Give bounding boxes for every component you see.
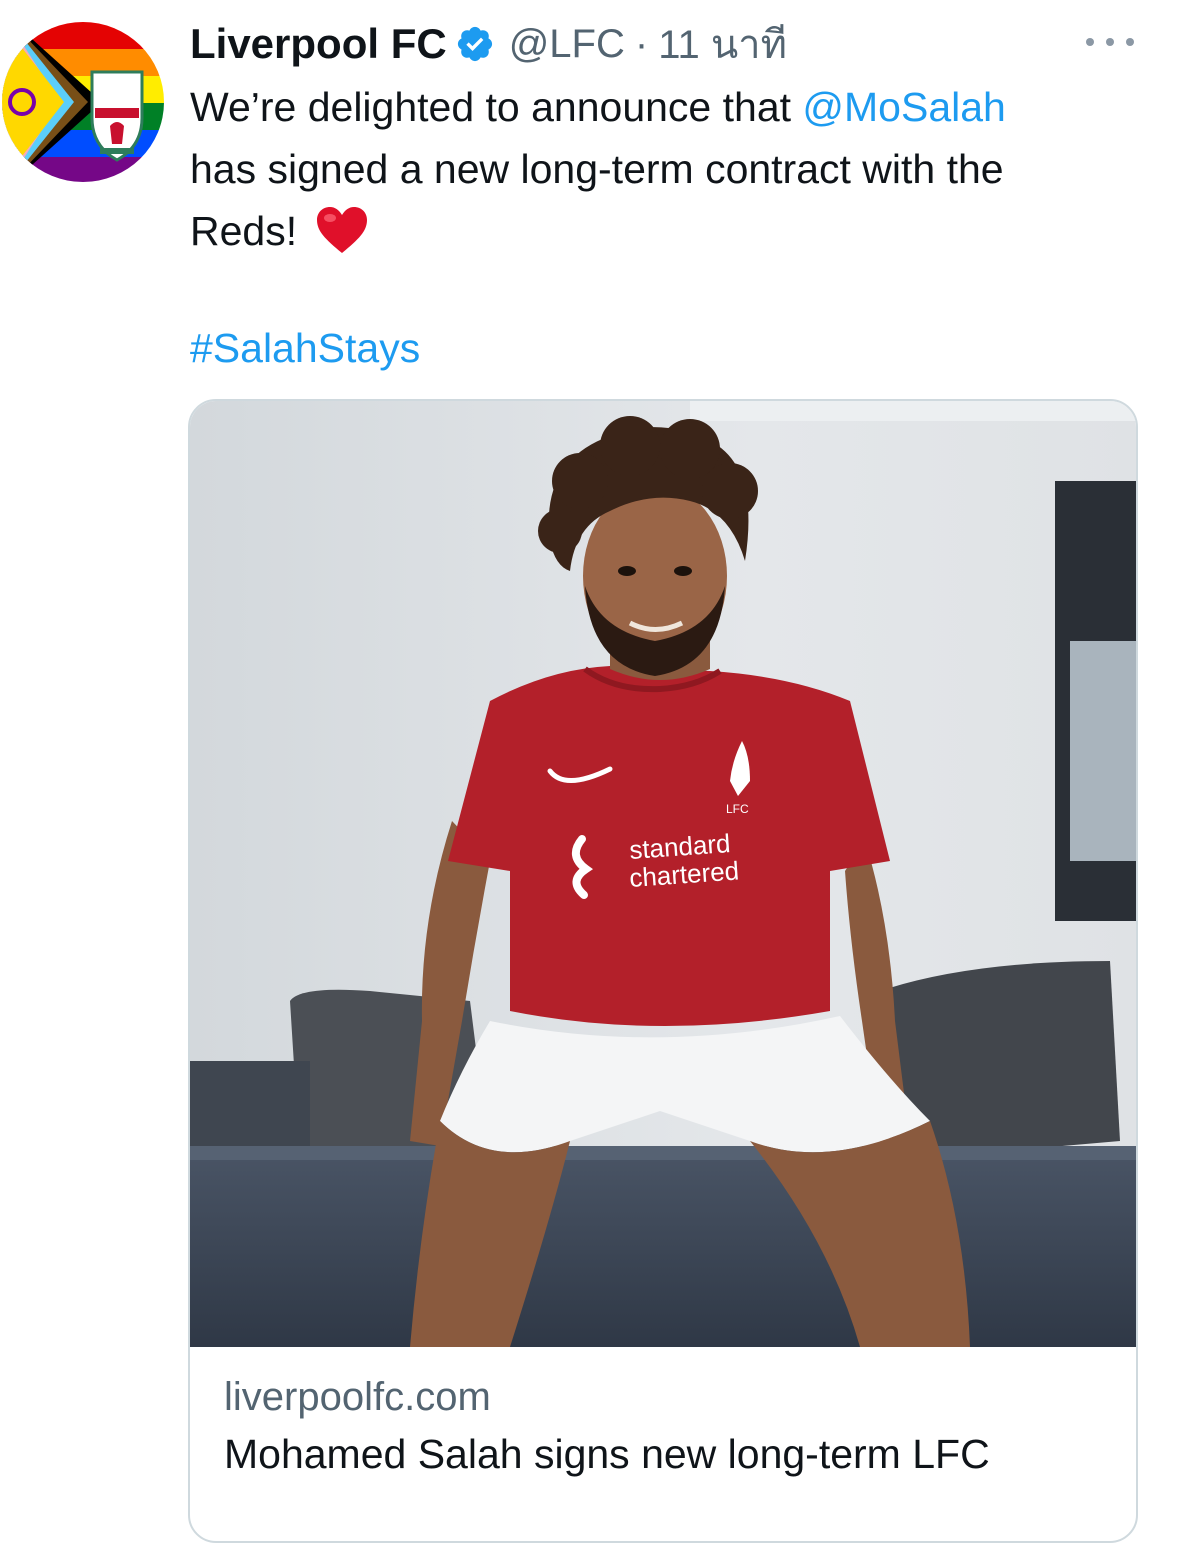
card-image[interactable]: LFC standard chartered — [190, 401, 1136, 1347]
more-dot — [1126, 38, 1134, 46]
mention-link[interactable]: @MoSalah — [802, 84, 1005, 130]
more-dot — [1086, 38, 1094, 46]
profile-avatar[interactable] — [2, 22, 164, 182]
link-preview-card[interactable]: LFC standard chartered liverpoolfc.com M… — [188, 399, 1138, 1543]
more-dot — [1106, 38, 1114, 46]
verified-badge-icon — [455, 24, 495, 64]
more-horizontal-icon[interactable] — [1086, 28, 1134, 56]
lfc-progress-pride-avatar-icon — [2, 22, 164, 182]
tweet-header: Liverpool FC @LFC · 11 นาที — [190, 18, 787, 70]
hashtag-link[interactable]: #SalahStays — [190, 325, 420, 371]
author-handle[interactable]: @LFC — [509, 22, 625, 67]
tweet-text-segment: We’re delighted to announce that — [190, 84, 803, 130]
author-name[interactable]: Liverpool FC — [190, 20, 447, 68]
tweet-text-segment: Reds! — [190, 208, 298, 254]
tweet-text-line-2: has signed a new long-term contract with… — [190, 146, 1004, 192]
card-title: Mohamed Salah signs new long-term LFC — [224, 1431, 990, 1477]
tweet-text: We’re delighted to announce that @MoSala… — [190, 76, 1180, 262]
svg-text:LFC: LFC — [726, 802, 749, 816]
separator-dot: · — [634, 21, 649, 66]
tweet-text-line-1: We’re delighted to announce that @MoSala… — [190, 76, 1180, 138]
tweet-timestamp[interactable]: 11 นาที — [658, 12, 787, 76]
player-photo-illustration: LFC standard chartered — [190, 401, 1136, 1347]
card-domain: liverpoolfc.com — [224, 1375, 491, 1419]
red-heart-icon — [315, 205, 369, 255]
tweet-text-line-3: Reds! — [190, 200, 1180, 262]
hashtag-line: #SalahStays — [190, 318, 420, 378]
